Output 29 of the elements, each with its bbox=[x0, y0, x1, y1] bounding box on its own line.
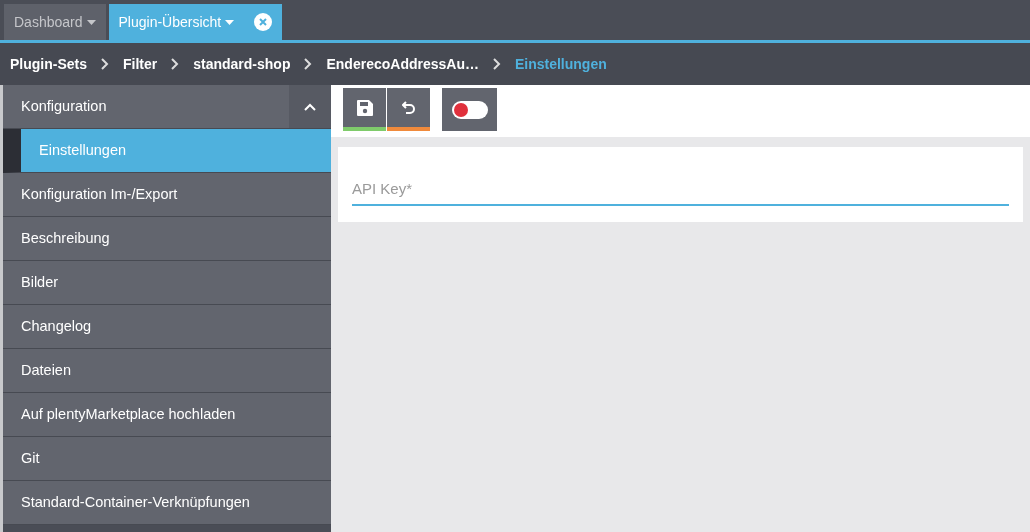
breadcrumb-link[interactable]: EnderecoAddressAu… bbox=[326, 53, 479, 75]
api-key-input[interactable]: API Key* bbox=[352, 178, 1009, 201]
save-button[interactable] bbox=[343, 88, 386, 131]
caret-icon bbox=[225, 19, 235, 25]
sidebar-item[interactable]: Git bbox=[3, 437, 331, 481]
tab[interactable]: Dashboard bbox=[4, 4, 106, 40]
sidebar-item[interactable]: Bilder bbox=[3, 261, 331, 305]
breadcrumb-link[interactable]: Einstellungen bbox=[514, 53, 607, 75]
save-icon bbox=[355, 98, 374, 117]
chevron-right-icon bbox=[101, 58, 109, 70]
sidebar-item[interactable]: Konfiguration Im-/Export bbox=[3, 173, 331, 217]
breadcrumb-link[interactable]: Plugin-Sets bbox=[10, 53, 87, 75]
sidebar-item[interactable]: Konfiguration bbox=[3, 85, 331, 129]
undo-button[interactable] bbox=[387, 88, 430, 131]
undo-icon bbox=[401, 99, 416, 116]
toggle-switch-icon bbox=[451, 100, 488, 119]
chevron-right-icon bbox=[304, 58, 313, 70]
breadcrumb-link[interactable]: standard-shop bbox=[193, 53, 291, 75]
toggle-button[interactable] bbox=[442, 88, 497, 131]
chevron-right-icon bbox=[171, 58, 180, 70]
chevron-right-icon bbox=[492, 58, 501, 70]
sidebar-item[interactable]: Standard-Container-Verknüpfungen bbox=[3, 481, 331, 525]
sidebar-item[interactable]: Beschreibung bbox=[3, 217, 331, 261]
sidebar-item[interactable]: Auf plentyMarketplace hochladen bbox=[3, 393, 331, 437]
breadcrumb-link[interactable]: Filter bbox=[123, 53, 158, 75]
sidebar-item[interactable]: Changelog bbox=[3, 305, 331, 349]
caret-icon bbox=[86, 19, 96, 25]
sidebar-item[interactable]: Dateien bbox=[3, 349, 331, 393]
chevron-up-icon[interactable] bbox=[304, 102, 316, 111]
